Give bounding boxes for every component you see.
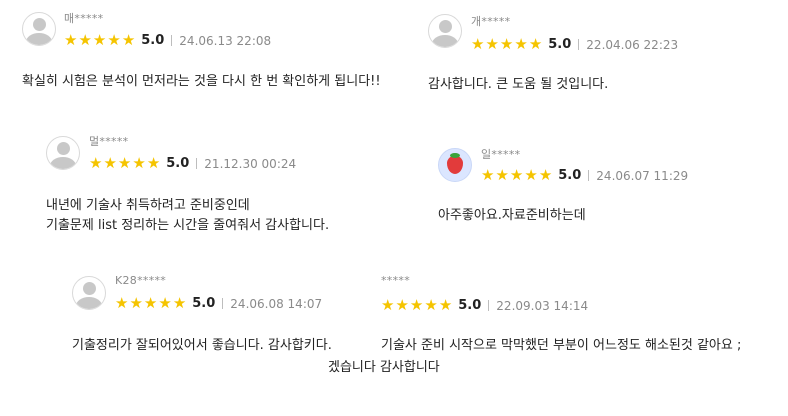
star-icon: ★ [78,31,92,49]
star-icon: ★ [129,294,143,312]
rating-stars: ★ ★ ★ ★ ★ [381,298,453,313]
review-meta: ★ ★ ★ ★ ★ 5.0 24.06.13 22:08 [64,33,272,49]
divider [578,39,580,50]
review-author: 멀***** [89,135,129,148]
star-icon: ★ [121,31,136,49]
rating-stars: ★ ★ ★ ★ ★ [64,33,136,48]
review-meta: ★ ★ ★ ★ ★ 5.0 24.06.07 11:29 [481,168,689,184]
star-icon: ★ [424,296,438,314]
star-icon: ★ [481,166,495,184]
rating-score: 5.0 [548,37,572,52]
star-icon: ★ [381,296,395,314]
review-text: 확실히 시험은 분석이 먼저라는 것을 다시 한 번 확인하게 됩니다!! [22,74,381,89]
review-author: 개***** [471,15,511,28]
divider [196,158,198,169]
review-date: 21.12.30 00:24 [204,156,297,171]
star-icon: ★ [132,154,146,172]
rating-stars: ★ ★ ★ ★ ★ [115,296,187,311]
review-meta: ★ ★ ★ ★ ★ 5.0 22.09.03 14:14 [381,298,589,314]
rating-score: 5.0 [166,156,190,171]
star-icon: ★ [499,35,514,53]
star-icon: ★ [103,154,117,172]
review-date: 22.09.03 14:14 [496,298,589,313]
divider [222,298,224,309]
review-meta: ★ ★ ★ ★ ★ 5.0 21.12.30 00:24 [89,156,297,172]
review-date: 24.06.07 11:29 [596,168,689,183]
star-icon: ★ [409,296,424,314]
avatar [22,12,56,46]
star-icon: ★ [158,294,172,312]
review-text: 내년에 기술사 취득하려고 준비중인데 기출문제 list 정리하는 시간을 줄… [46,196,329,236]
rating-score: 5.0 [458,298,482,313]
rating-stars: ★ ★ ★ ★ ★ [481,168,553,183]
divider [488,300,490,311]
review-author: 매***** [64,12,104,25]
review-text-line: 기술사 준비 시작으로 막막했던 부분이 어느정도 해소된것 같아요 ; [381,338,742,353]
avatar [46,136,80,170]
star-icon: ★ [495,166,509,184]
star-icon: ★ [528,35,543,53]
star-icon: ★ [514,35,528,53]
star-icon: ★ [509,166,524,184]
review-meta: ★ ★ ★ ★ ★ 5.0 24.06.08 14:07 [115,296,323,312]
reviews-page: { "reviews": [ {"author":"매*****","ratin… [0,0,788,416]
review-text-line: 내년에 기술사 취득하려고 준비중인데 [46,198,250,213]
review-text-line: 겠습니다 감사합니다 [328,360,440,375]
rating-score: 5.0 [558,168,582,183]
review-meta: ★ ★ ★ ★ ★ 5.0 22.04.06 22:23 [471,37,679,53]
star-icon: ★ [538,166,553,184]
star-icon: ★ [92,31,107,49]
star-icon: ★ [64,31,78,49]
review-text: 아주좋아요.자료준비하는데 [438,208,586,223]
avatar [438,148,472,182]
review-text: 감사합니다. 큰 도움 될 것입니다. [428,77,609,92]
star-icon: ★ [115,294,129,312]
rating-stars: ★ ★ ★ ★ ★ [89,156,161,171]
star-icon: ★ [107,31,121,49]
star-icon: ★ [438,296,453,314]
review-author: K28***** [115,274,167,287]
review-text: 기출정리가 잘되어있어서 좋습니다. 감사합키다. [72,338,332,353]
rating-score: 5.0 [192,296,216,311]
star-icon: ★ [146,154,161,172]
star-icon: ★ [117,154,132,172]
review-author: ***** [381,274,410,287]
star-icon: ★ [89,154,103,172]
review-date: 24.06.08 14:07 [230,296,323,311]
rating-score: 5.0 [141,33,165,48]
review-text-line: 기출문제 list 정리하는 시간을 줄여줘서 감사합니다. [46,218,330,233]
avatar [428,14,462,48]
star-icon: ★ [471,35,485,53]
star-icon: ★ [143,294,158,312]
star-icon: ★ [485,35,499,53]
star-icon: ★ [524,166,538,184]
star-icon: ★ [395,296,409,314]
review-date: 24.06.13 22:08 [179,33,272,48]
star-icon: ★ [172,294,187,312]
divider [171,35,173,46]
avatar [72,276,106,310]
divider [588,170,590,181]
review-author: 일***** [481,148,521,161]
rating-stars: ★ ★ ★ ★ ★ [471,37,543,52]
review-date: 22.04.06 22:23 [586,37,679,52]
